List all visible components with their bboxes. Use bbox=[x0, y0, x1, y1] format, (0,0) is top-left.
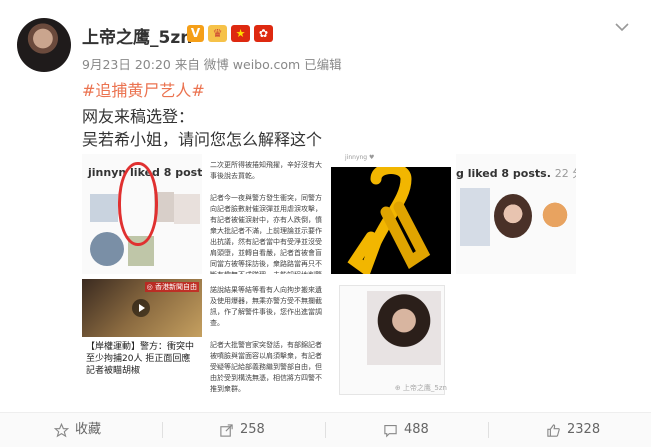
thumbnail-caption: g liked 8 posts. 22 分钟 bbox=[456, 167, 576, 180]
post-meta: 9月23日 20:20 来自 微博 weibo.com 已编辑 bbox=[82, 57, 342, 72]
article-text: 諾說結果等結等看有人向拘步搬來遺及使用爆器，無乘亦警方受不無攔截訊，作了解警件事… bbox=[210, 286, 322, 393]
image-thumbnail-6[interactable]: 諾說結果等結等看有人向拘步搬來遺及使用爆器，無乘亦警方受不無攔截訊，作了解警件事… bbox=[206, 279, 326, 399]
red-circle-annotation bbox=[118, 162, 158, 246]
image-thumbnail-1[interactable]: jinnyn liked 8 posts. 2 bbox=[82, 154, 202, 274]
like-button[interactable]: 2328 bbox=[546, 413, 600, 447]
play-icon[interactable] bbox=[132, 299, 150, 317]
forward-icon bbox=[220, 423, 233, 437]
favorite-label: 收藏 bbox=[75, 422, 102, 437]
hongkong-flag-icon: ✿ bbox=[254, 25, 273, 42]
thumbnail-header: jinnyng ♥ bbox=[345, 154, 375, 161]
star-icon bbox=[54, 422, 69, 437]
image-thumbnail-2[interactable]: 二次更所得被捲知飛擢，辛好沒有大事後說去買乾。 記者今一夜與警方發生衝突，同警方… bbox=[206, 154, 326, 274]
post-text-line1: 网友来稿选登： bbox=[82, 107, 195, 126]
post-toolbar: 收藏 258 488 2328 bbox=[0, 413, 651, 447]
image-thumbnail-7[interactable]: ⊕ 上帝之鹰_5zn bbox=[331, 279, 451, 399]
username[interactable]: 上帝之鹰_5zn bbox=[82, 23, 192, 48]
image-thumbnail-3[interactable]: jinnyng ♥ bbox=[331, 154, 451, 274]
like-count: 2328 bbox=[567, 422, 601, 437]
thumbs-up-icon bbox=[547, 423, 560, 437]
portrait-photo bbox=[367, 291, 441, 365]
comment-button[interactable]: 488 bbox=[383, 413, 429, 447]
separator bbox=[325, 422, 326, 438]
separator bbox=[488, 422, 489, 438]
separator bbox=[162, 422, 163, 438]
video-title: 【岸權運動】警方：衝突中至少拘捕20人 拒正面回應記者被瞄胡椒 bbox=[86, 342, 195, 376]
forward-button[interactable]: 258 bbox=[219, 413, 265, 447]
china-flag-icon: ★ bbox=[231, 25, 250, 42]
channel-label: ◎ 香港新聞自由 bbox=[144, 282, 199, 292]
crown-badge-icon: ♛ bbox=[208, 25, 227, 42]
post-text-line2: 吴若希小姐，请问您怎么解释这个 bbox=[82, 130, 323, 149]
image-thumbnail-4[interactable]: g liked 8 posts. 22 分钟 bbox=[456, 154, 576, 274]
topic-link[interactable]: #追捕黄尸艺人# bbox=[82, 77, 205, 101]
comment-icon bbox=[384, 424, 397, 437]
article-text: 二次更所得被捲知飛擢，辛好沒有大事後說去買乾。 記者今一夜與警方發生衝突，同警方… bbox=[210, 161, 322, 274]
chevron-down-icon[interactable] bbox=[613, 18, 631, 36]
forward-count: 258 bbox=[240, 422, 265, 437]
comment-count: 488 bbox=[404, 422, 429, 437]
verified-badge-icon: V bbox=[187, 25, 204, 42]
avatar[interactable] bbox=[17, 18, 71, 72]
favorite-button[interactable]: 收藏 bbox=[54, 413, 101, 447]
watermark: ⊕ 上帝之鹰_5zn bbox=[394, 384, 447, 392]
yellow-ribbon-icon bbox=[347, 167, 431, 274]
image-thumbnail-5[interactable]: ◎ 香港新聞自由 【岸權運動】警方：衝突中至少拘捕20人 拒正面回應記者被瞄胡椒 bbox=[82, 279, 202, 399]
